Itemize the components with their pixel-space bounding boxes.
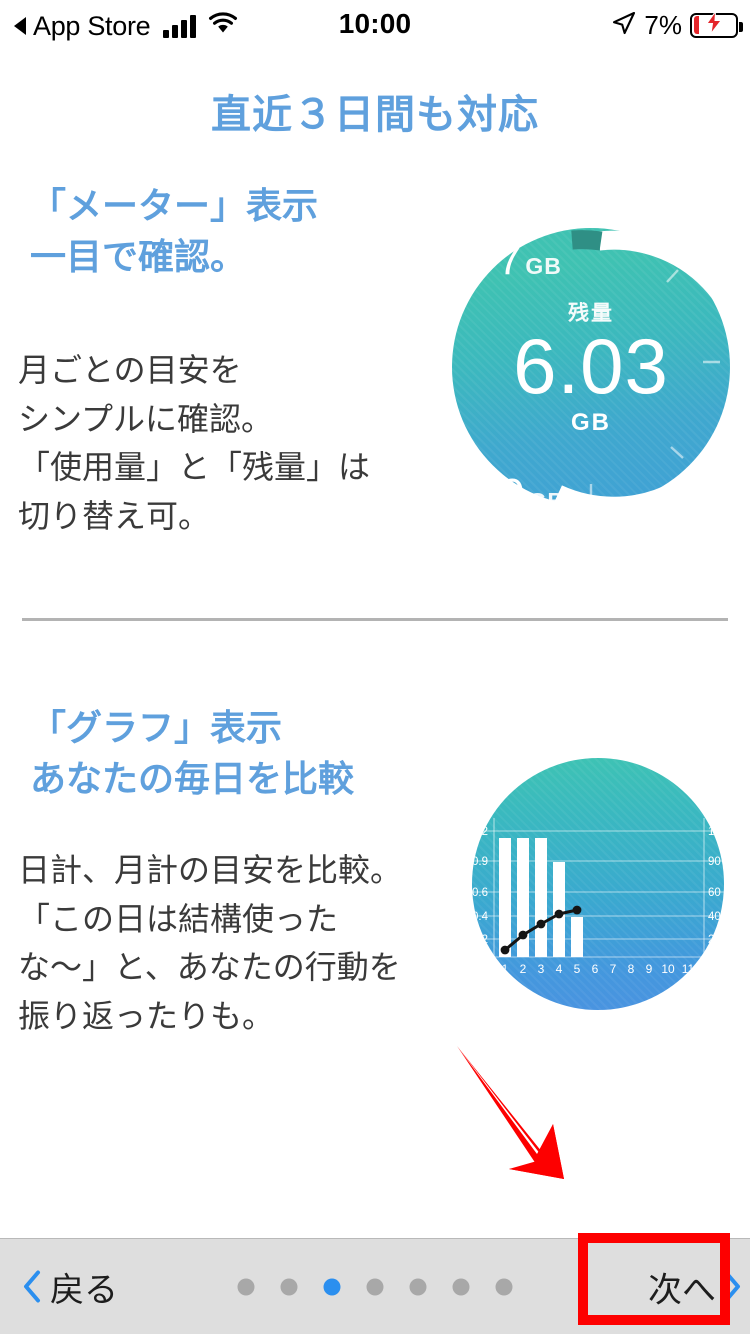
svg-text:0.9: 0.9 — [472, 856, 488, 868]
chart-right-axis-labels: 120 90 60 40 20 — [708, 826, 724, 946]
svg-text:3: 3 — [538, 962, 545, 976]
svg-text:90: 90 — [708, 856, 721, 868]
page-dot-6[interactable] — [452, 1278, 470, 1295]
data-usage-gauge: 7 GB 残量 6.03 GB 0 GB — [452, 228, 730, 519]
svg-text:7: 7 — [610, 962, 617, 976]
svg-text:1.2: 1.2 — [472, 826, 488, 838]
chevron-left-icon — [22, 1270, 42, 1304]
svg-text:6: 6 — [592, 962, 599, 976]
svg-text:1: 1 — [502, 962, 509, 976]
svg-text:0.4: 0.4 — [472, 911, 489, 923]
location-arrow-icon — [612, 11, 636, 40]
gauge-min-label: 0 GB — [500, 470, 565, 519]
page-dot-3-active[interactable] — [323, 1278, 341, 1295]
back-button-label: 戻る — [50, 1271, 118, 1309]
gauge-max-label: 7 GB — [498, 236, 562, 283]
app-onboarding-screen: App Store 10:00 7% 直近３日間も対応 「メーター」表示 一目で… — [0, 0, 750, 1334]
svg-text:60: 60 — [708, 887, 721, 899]
svg-text:11: 11 — [682, 962, 695, 976]
svg-text:0.2: 0.2 — [472, 934, 488, 946]
graph-section-heading: 「グラフ」表示 あなたの毎日を比較 — [30, 707, 355, 800]
graph-section-body: 日計、月計の目安を比較。 「この日は結構使った な〜」と、あなたの行動を 振り返… — [18, 852, 403, 1034]
svg-text:9: 9 — [646, 962, 653, 976]
battery-percent-label: 7% — [644, 9, 682, 40]
chevron-right-icon — [722, 1270, 742, 1304]
svg-text:120: 120 — [708, 826, 724, 838]
svg-text:40: 40 — [708, 911, 721, 923]
status-bar-right: 7% — [612, 8, 743, 42]
usage-bar-line-chart: 1.2 0.9 0.6 0.4 0.2 120 90 60 40 20 1 2 … — [472, 818, 724, 976]
next-button-label: 次へ — [648, 1271, 716, 1309]
svg-text:2: 2 — [520, 962, 527, 976]
svg-text:5: 5 — [574, 962, 581, 976]
svg-text:4: 4 — [556, 962, 563, 976]
battery-charging-icon — [690, 9, 743, 38]
page-dot-4[interactable] — [366, 1278, 384, 1295]
chart-x-axis-labels: 1 2 3 4 5 6 7 8 9 10 11 — [502, 962, 695, 976]
page-dot-5[interactable] — [409, 1278, 427, 1295]
usage-chart-preview: 1.2 0.9 0.6 0.4 0.2 120 90 60 40 20 1 2 … — [472, 758, 724, 1010]
page-dot-1[interactable] — [237, 1278, 255, 1295]
gauge-arc — [554, 230, 730, 506]
page-dot-2[interactable] — [280, 1278, 298, 1295]
page-indicator-dots[interactable] — [237, 1278, 513, 1295]
meter-section-body: 月ごとの目安を シンプルに確認。 「使用量」と「残量」は 切り替え可。 — [18, 352, 371, 534]
svg-text:20: 20 — [708, 934, 721, 946]
svg-text:10: 10 — [661, 962, 675, 976]
meter-section-heading: 「メーター」表示 一目で確認。 — [30, 185, 319, 278]
status-bar: App Store 10:00 7% — [0, 0, 750, 56]
bottom-toolbar: 戻る 次へ — [0, 1238, 750, 1334]
page-title: 直近３日間も対応 — [211, 93, 539, 137]
chart-left-axis-labels: 1.2 0.9 0.6 0.4 0.2 — [472, 826, 489, 946]
svg-text:8: 8 — [628, 962, 635, 976]
section-divider — [22, 618, 728, 621]
page-dot-7[interactable] — [495, 1278, 513, 1295]
svg-text:0.6: 0.6 — [472, 887, 488, 899]
back-button[interactable]: 戻る — [22, 1262, 118, 1311]
next-button[interactable]: 次へ — [648, 1262, 742, 1311]
